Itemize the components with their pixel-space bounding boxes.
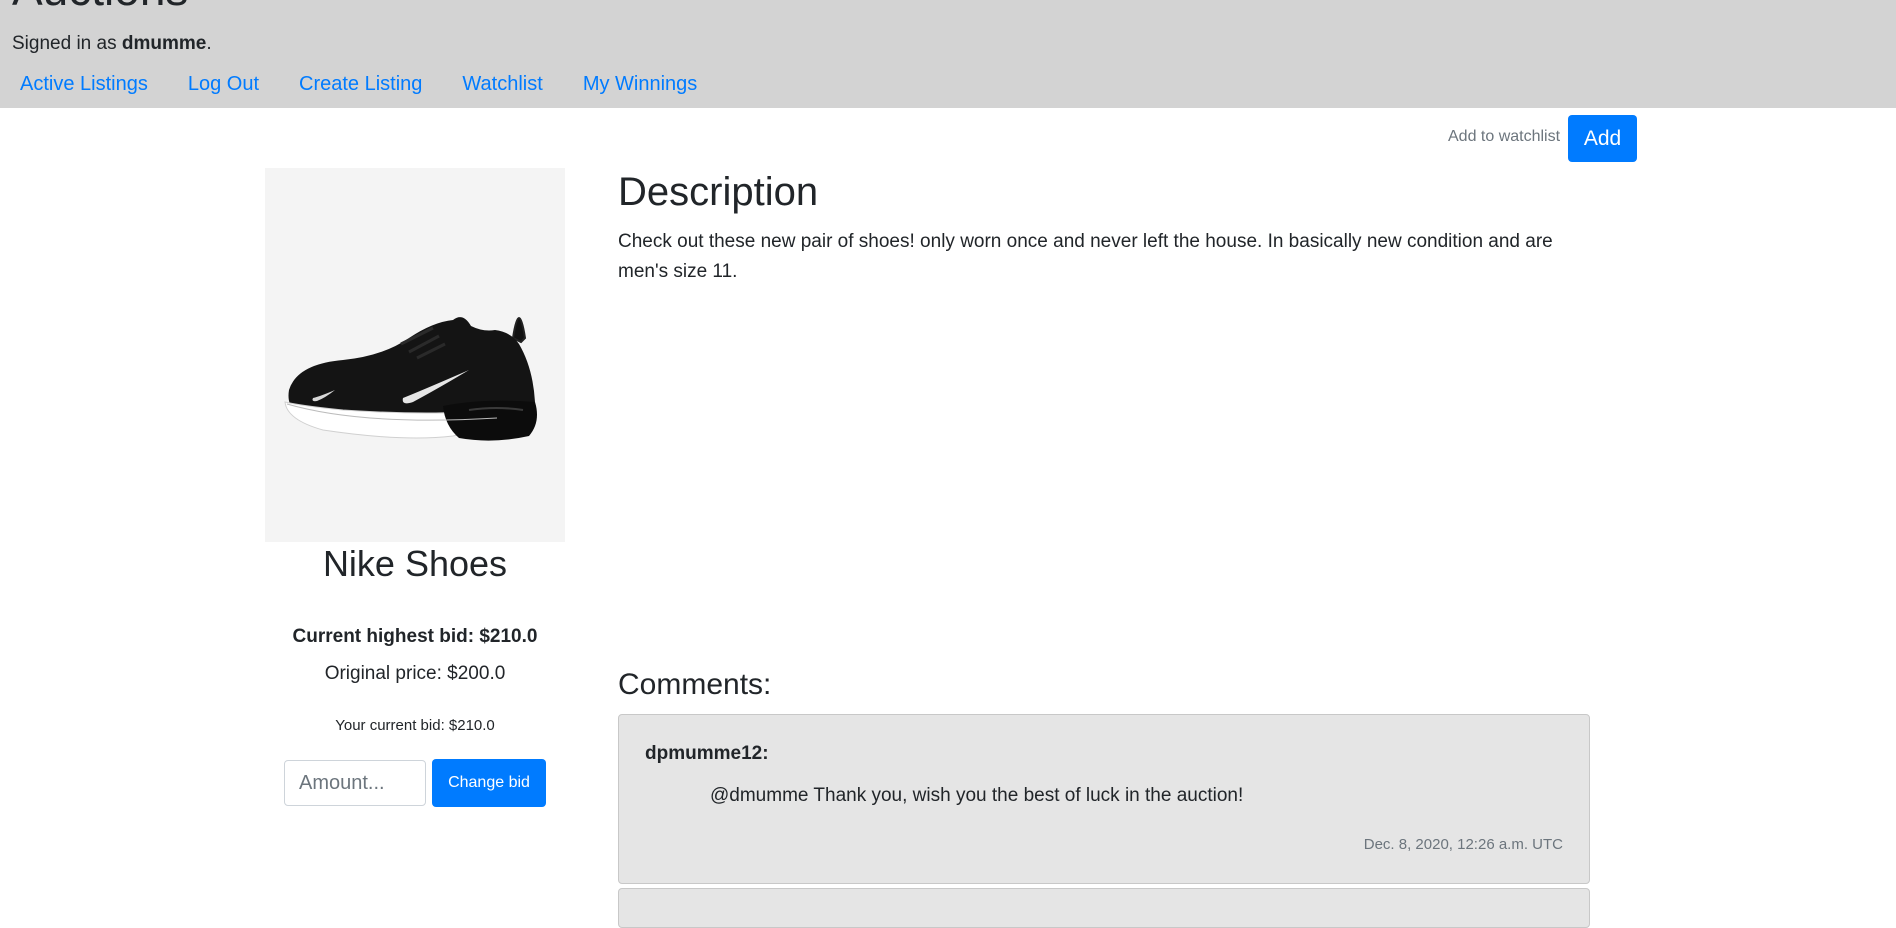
signed-in-status: Signed in as dmumme.	[12, 32, 212, 56]
signed-in-suffix: .	[206, 33, 212, 54]
description-text: Check out these new pair of shoes! only …	[618, 231, 1553, 282]
comment-card: dpmumme12: @dmumme Thank you, wish you t…	[618, 714, 1590, 884]
comment-card-partial	[618, 888, 1590, 928]
comment-body: @dmumme Thank you, wish you the best of …	[710, 785, 1244, 806]
site-header: Auctions Signed in as dmumme. Active Lis…	[0, 0, 1896, 108]
comment-author: dpmumme12:	[645, 743, 769, 764]
change-bid-button[interactable]: Change bid	[432, 759, 546, 807]
site-title: Auctions	[12, 0, 188, 12]
comment-timestamp: Dec. 8, 2020, 12:26 a.m. UTC	[1363, 836, 1563, 853]
signed-in-username: dmumme	[121, 33, 207, 54]
nav-create-listing[interactable]: Create Listing	[299, 72, 422, 96]
listing-title: Nike Shoes	[322, 543, 508, 584]
add-to-watchlist-label: Add to watchlist	[1448, 128, 1561, 145]
add-to-watchlist-button[interactable]: Add	[1568, 115, 1637, 162]
comments-heading: Comments:	[618, 668, 772, 701]
nav-log-out[interactable]: Log Out	[188, 72, 259, 96]
nav-active-listings[interactable]: Active Listings	[20, 72, 148, 96]
main-nav: Active Listings Log Out Create Listing W…	[20, 72, 737, 96]
signed-in-prefix: Signed in as	[12, 33, 122, 54]
nav-my-winnings[interactable]: My Winnings	[583, 72, 697, 96]
bid-amount-input[interactable]	[284, 760, 426, 806]
nav-watchlist[interactable]: Watchlist	[462, 72, 542, 96]
sneaker-image-icon	[284, 317, 537, 441]
description-heading: Description	[618, 170, 819, 214]
listing-image	[265, 168, 565, 542]
your-current-bid: Your current bid: $210.0	[335, 717, 495, 734]
original-price: Original price: $200.0	[324, 663, 506, 684]
current-highest-bid: Current highest bid: $210.0	[292, 626, 538, 647]
